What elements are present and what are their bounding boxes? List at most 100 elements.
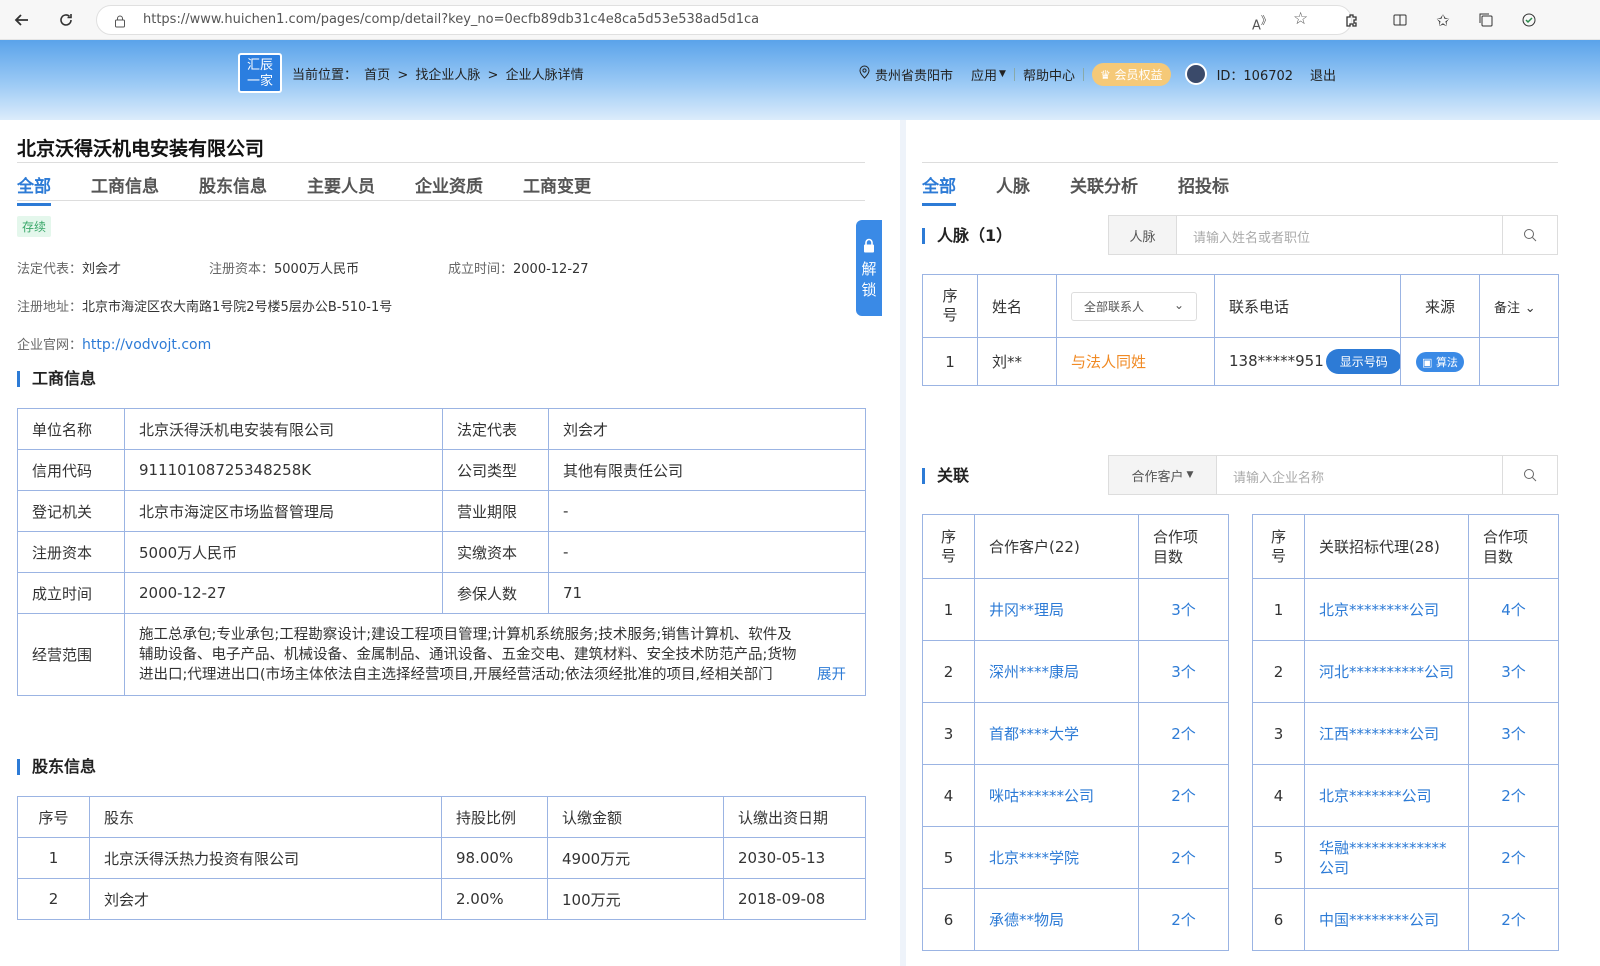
capital-label: 注册资本：	[209, 262, 275, 277]
company-link[interactable]: 河北**********公司	[1304, 640, 1469, 703]
vip-benefits-button[interactable]: ♛ 会员权益	[1091, 62, 1171, 86]
project-count-link[interactable]: 3个	[1468, 702, 1559, 765]
company-link[interactable]: 江西********公司	[1304, 702, 1469, 765]
extensions-icon[interactable]	[1340, 8, 1364, 32]
tab-contacts[interactable]: 人脉	[996, 172, 1030, 206]
project-count-link[interactable]: 2个	[1138, 764, 1229, 827]
expand-link[interactable]: 展开	[817, 665, 846, 685]
company-link[interactable]: 承德**物局	[974, 888, 1139, 951]
legal-rep-value: 刘会才	[82, 262, 122, 277]
breadcrumb-find-contacts[interactable]: 找企业人脉	[415, 68, 480, 83]
tab-relation-analysis[interactable]: 关联分析	[1070, 172, 1138, 206]
company-link[interactable]: 北京********公司	[1304, 578, 1469, 641]
table-row: 1 北京********公司 4个	[1252, 578, 1559, 641]
related-search-type[interactable]: 合作客户 ▼	[1109, 456, 1217, 494]
contact-phone: 138*****951	[1229, 352, 1324, 370]
project-count-link[interactable]: 2个	[1468, 764, 1559, 827]
address-bar[interactable]: https://www.huichen1.com/pages/comp/deta…	[96, 5, 1352, 35]
cooperation-clients-table: 序号 合作客户(22) 合作项 目数 1 井冈**理局 3个 2 深州****康局 3个 3 首…	[922, 514, 1229, 951]
project-count-link[interactable]: 2个	[1138, 888, 1229, 951]
col-header-count-2: 目数	[1153, 547, 1184, 566]
field-label: 信用代码	[17, 449, 125, 491]
contacts-table: 序号 姓名 全部联系人 ⌄ 联系电话 来源 备注 ⌄ 1 刘** 与法人同姓 13…	[922, 274, 1559, 386]
avatar[interactable]	[1184, 63, 1207, 85]
company-link[interactable]: 深州****康局	[974, 640, 1139, 703]
contact-search-input[interactable]: 请输入姓名或者职位	[1193, 227, 1310, 246]
search-icon[interactable]	[1502, 456, 1557, 494]
table-row: 6 承德**物局 2个	[922, 888, 1229, 951]
field-label: 公司类型	[442, 449, 549, 491]
project-count-link[interactable]: 2个	[1138, 702, 1229, 765]
favorites-icon[interactable]: ✩	[1431, 8, 1455, 32]
site-logo[interactable]: 汇辰 一家	[238, 53, 282, 93]
legal-rep-label: 法定代表：	[17, 262, 83, 277]
company-name: 北京沃得沃机电安装有限公司	[17, 138, 265, 160]
field-value: 刘会才	[548, 408, 866, 450]
field-value: 5000万人民币	[124, 531, 443, 573]
col-header-no: 序号	[922, 274, 978, 338]
unlock-button[interactable]: 解 锁	[856, 220, 882, 316]
founded-info: 成立时间：2000-12-27	[448, 258, 589, 277]
row-no: 1	[1252, 578, 1305, 641]
company-link[interactable]: 咪咕******公司	[974, 764, 1139, 827]
project-count-link[interactable]: 3个	[1468, 640, 1559, 703]
table-row: 登记机关 北京市海淀区市场监督管理局 营业期限 -	[17, 490, 866, 532]
user-id: ID：106702	[1216, 68, 1294, 84]
location-selector[interactable]: 贵州省贵阳市	[875, 65, 953, 84]
project-count-link[interactable]: 3个	[1138, 578, 1229, 641]
refresh-icon[interactable]	[54, 8, 78, 32]
breadcrumb-home[interactable]: 首页	[364, 68, 390, 83]
website-label: 企业官网：	[17, 338, 83, 353]
share-ratio: 2.00%	[441, 878, 548, 920]
project-count-link[interactable]: 3个	[1138, 640, 1229, 703]
table-row: 6 中国********公司 2个	[1252, 888, 1559, 951]
vip-label: 会员权益	[1114, 67, 1163, 82]
project-count-link[interactable]: 2个	[1468, 888, 1559, 951]
col-header-no-2: 号	[942, 306, 958, 324]
table-row: 2 河北**********公司 3个	[1252, 640, 1559, 703]
company-link[interactable]: 中国********公司	[1304, 888, 1469, 951]
company-link[interactable]: 井冈**理局	[974, 578, 1139, 641]
legal-rep-info: 法定代表：刘会才	[17, 258, 121, 277]
share-ratio: 98.00%	[441, 837, 548, 879]
company-link[interactable]: 北京****学院	[974, 826, 1139, 889]
relations-panel: 全部 人脉 关联分析 招投标 人脉（1） 人脉 请输入姓名或者职位 序号 姓名 …	[906, 120, 1600, 966]
col-header-shareholder: 股东	[89, 796, 442, 838]
read-aloud-icon[interactable]: A》	[1252, 12, 1272, 33]
project-count-link[interactable]: 4个	[1468, 578, 1559, 641]
divider	[17, 162, 865, 163]
tab-bidding[interactable]: 招投标	[1178, 172, 1229, 206]
collections-icon[interactable]	[1474, 8, 1498, 32]
contact-filter-dropdown[interactable]: 全部联系人 ⌄	[1071, 291, 1197, 321]
search-icon[interactable]	[1502, 216, 1557, 254]
breadcrumb-label: 当前位置：	[292, 68, 358, 83]
contact-phone-cell: 138*****951 显示号码	[1214, 337, 1401, 386]
website-link[interactable]: http://vodvojt.com	[82, 337, 211, 353]
field-value: -	[548, 490, 866, 532]
project-count-link[interactable]: 2个	[1138, 826, 1229, 889]
address-value: 北京市海淀区农大南路1号院2号楼5层办公B-510-1号	[82, 300, 393, 315]
business-scope: 施工总承包;专业承包;工程勘察设计;建设工程项目管理;计算机系统服务;技术服务;…	[124, 613, 866, 696]
project-count-link[interactable]: 2个	[1468, 826, 1559, 889]
section-title-contacts: 人脉（1）	[922, 228, 1012, 244]
tab-all[interactable]: 全部	[922, 172, 956, 206]
help-center-link[interactable]: 帮助中心	[1023, 65, 1075, 84]
col-header-amount: 认缴金额	[547, 796, 724, 838]
apps-menu[interactable]: 应用	[971, 65, 997, 84]
logout-link[interactable]: 退出	[1310, 65, 1336, 84]
favorite-star-icon[interactable]: ☆	[1293, 9, 1308, 29]
contact-search-type[interactable]: 人脉	[1109, 216, 1177, 254]
company-link[interactable]: 首都****大学	[974, 702, 1139, 765]
location-pin-icon	[858, 65, 871, 83]
scope-line-1: 施工总承包;专业承包;工程勘察设计;建设工程项目管理;计算机系统服务;技术服务;…	[139, 626, 792, 643]
show-number-button[interactable]: 显示号码	[1325, 349, 1400, 374]
performance-icon[interactable]	[1517, 8, 1541, 32]
company-link[interactable]: 华融*************公司	[1304, 826, 1469, 889]
related-search-input[interactable]: 请输入企业名称	[1233, 467, 1324, 486]
col-header-note[interactable]: 备注 ⌄	[1479, 274, 1559, 338]
algorithm-icon: ▣	[1422, 355, 1436, 369]
back-icon[interactable]	[10, 8, 34, 32]
business-info-table: 单位名称 北京沃得沃机电安装有限公司 法定代表 刘会才 信用代码 911101087253…	[17, 408, 866, 696]
split-screen-icon[interactable]	[1388, 8, 1412, 32]
company-link[interactable]: 北京*******公司	[1304, 764, 1469, 827]
